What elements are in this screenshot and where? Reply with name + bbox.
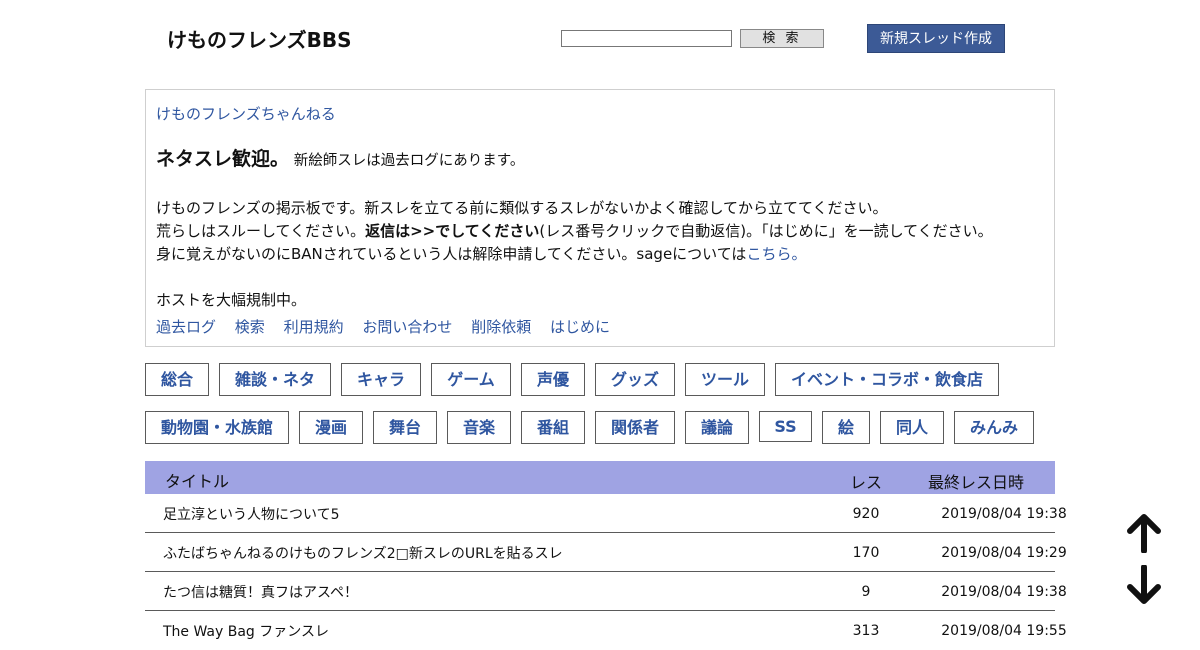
rules-line-3-a: 身に覚えがないのにBANされているという人は解除申請してください。sageについ…	[156, 245, 747, 263]
category-voice-actors[interactable]: 声優	[521, 363, 585, 396]
thread-res-count: 170	[852, 545, 880, 561]
link-terms[interactable]: 利用規約	[284, 318, 344, 336]
rules-line-3-end: 。	[791, 245, 807, 263]
link-search[interactable]: 検索	[235, 318, 265, 336]
category-stage[interactable]: 舞台	[373, 411, 437, 444]
thread-last-date: 2019/08/04 19:55	[941, 623, 1067, 639]
site-title[interactable]: けものフレンズBBS	[167, 24, 352, 53]
arrow-up-icon[interactable]	[1126, 513, 1162, 553]
rules-line-3: 身に覚えがないのにBANされているという人は解除申請してください。sageについ…	[156, 243, 806, 264]
rules-line-1: けものフレンズの掲示板です。新スレを立てる前に類似するスレがないかよく確認してか…	[156, 199, 888, 217]
headline-note: 新絵師スレは過去ログにあります。	[293, 153, 525, 169]
thread-table-header: タイトル レス 最終レス日時	[145, 461, 1055, 494]
new-thread-button[interactable]: 新規スレッド作成	[867, 24, 1005, 53]
category-discussion[interactable]: 議論	[685, 411, 749, 444]
category-programs[interactable]: 番組	[521, 411, 585, 444]
thread-title[interactable]: ふたばちゃんねるのけものフレンズ2□新スレのURLを貼るスレ	[163, 543, 563, 563]
rules-line-4: ホストを大幅規制中。	[156, 291, 307, 309]
rules-line-2: 荒らしはスルーしてください。返信は>>でしてください(レス番号クリックで自動返信…	[156, 220, 993, 241]
category-events[interactable]: イベント・コラボ・飲食店	[775, 363, 999, 396]
thread-res-count: 920	[852, 506, 880, 522]
table-row[interactable]: 足立淳という人物について5 920 2019/08/04 19:38	[145, 494, 1067, 533]
thread-title[interactable]: The Way Bag ファンスレ	[163, 621, 329, 641]
column-res[interactable]: レス	[850, 469, 882, 493]
search-button[interactable]: 検 索	[740, 29, 824, 48]
thread-title[interactable]: 足立淳という人物について5	[163, 504, 340, 524]
category-art[interactable]: 絵	[822, 411, 870, 444]
category-goods[interactable]: グッズ	[595, 363, 675, 396]
category-characters[interactable]: キャラ	[341, 363, 421, 396]
board-headline: ネタスレ歓迎。 新絵師スレは過去ログにあります。	[156, 144, 524, 171]
thread-last-date: 2019/08/04 19:38	[941, 506, 1067, 522]
category-staff[interactable]: 関係者	[595, 411, 675, 444]
category-chat[interactable]: 雑談・ネタ	[219, 363, 331, 396]
sage-info-link[interactable]: こちら	[746, 245, 791, 263]
thread-last-date: 2019/08/04 19:38	[941, 584, 1067, 600]
thread-title[interactable]: たつ信は糖質！真フはアスペ！	[163, 582, 358, 602]
category-minmi[interactable]: みんみ	[954, 411, 1034, 444]
category-tools[interactable]: ツール	[685, 363, 765, 396]
board-info-box: けものフレンズちゃんねる ネタスレ歓迎。 新絵師スレは過去ログにあります。 けも…	[145, 89, 1055, 347]
category-zoos[interactable]: 動物園・水族館	[145, 411, 289, 444]
column-last-post[interactable]: 最終レス日時	[928, 469, 1024, 493]
board-link[interactable]: けものフレンズちゃんねる	[156, 103, 336, 124]
table-row[interactable]: The Way Bag ファンスレ 313 2019/08/04 19:55	[145, 611, 1067, 650]
link-contact[interactable]: お問い合わせ	[362, 318, 452, 336]
link-delete-request[interactable]: 削除依頼	[471, 318, 531, 336]
thread-res-count: 9	[861, 584, 871, 600]
table-row[interactable]: たつ信は糖質！真フはアスペ！ 9 2019/08/04 19:38	[145, 572, 1067, 611]
link-archive[interactable]: 過去ログ	[156, 318, 216, 336]
thread-last-date: 2019/08/04 19:29	[941, 545, 1067, 561]
rules-line-2-a: 荒らしはスルーしてください。	[156, 222, 366, 240]
search-input[interactable]	[561, 30, 732, 47]
category-games[interactable]: ゲーム	[431, 363, 511, 396]
category-ss[interactable]: SS	[759, 411, 812, 442]
link-introduction[interactable]: はじめに	[550, 318, 610, 336]
table-row[interactable]: ふたばちゃんねるのけものフレンズ2□新スレのURLを貼るスレ 170 2019/…	[145, 533, 1067, 572]
category-doujin[interactable]: 同人	[880, 411, 944, 444]
rules-line-2-bold: 返信は>>でしてください	[365, 222, 540, 240]
column-title[interactable]: タイトル	[165, 468, 229, 492]
category-manga[interactable]: 漫画	[299, 411, 363, 444]
category-music[interactable]: 音楽	[447, 411, 511, 444]
headline-welcome: ネタスレ歓迎。	[156, 148, 290, 170]
thread-res-count: 313	[852, 623, 880, 639]
arrow-down-icon[interactable]	[1126, 565, 1162, 605]
board-footer-links: 過去ログ 検索 利用規約 お問い合わせ 削除依頼 はじめに	[156, 316, 624, 337]
rules-line-2-c: (レス番号クリックで自動返信)。「はじめに」を一読してください。	[539, 222, 993, 240]
category-general[interactable]: 総合	[145, 363, 209, 396]
